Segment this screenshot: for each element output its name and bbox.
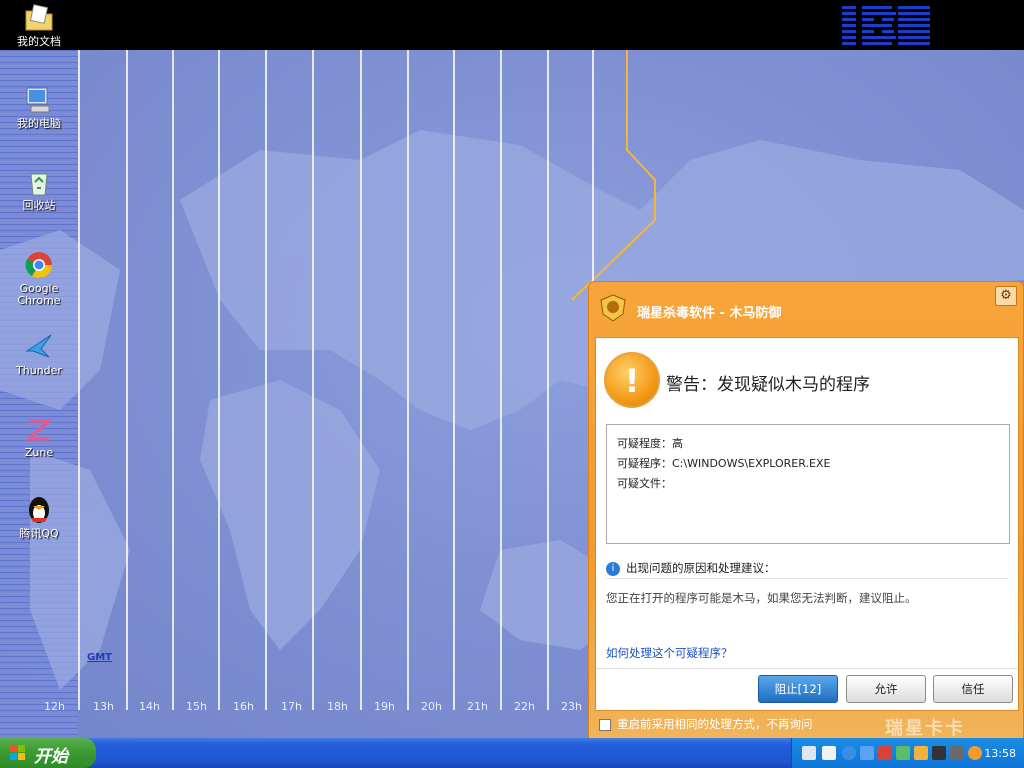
block-button[interactable]: 阻止[12]	[758, 675, 838, 703]
desktop-icon-my-documents[interactable]: 我的文档	[0, 2, 78, 48]
keyboard-icon[interactable]	[802, 746, 816, 760]
help-link[interactable]: 如何处理这个可疑程序？	[606, 645, 733, 661]
warning-title: 警告：发现疑似木马的程序	[666, 375, 870, 395]
hour-tick: 19h	[374, 700, 395, 713]
arrow-icon[interactable]	[842, 746, 856, 760]
zune-icon	[25, 419, 53, 441]
dialog-title: 瑞星杀毒软件 - 木马防御	[637, 306, 782, 321]
start-button[interactable]: 开始	[0, 738, 96, 768]
hour-tick: 23h	[561, 700, 582, 713]
sync-icon[interactable]	[896, 746, 910, 760]
timezone-line	[407, 50, 409, 710]
timezone-line	[360, 50, 362, 710]
desktop-icon-label: 我的文档	[17, 35, 61, 48]
rising-lion-logo-icon	[600, 294, 626, 322]
gmt-label: GMT	[87, 652, 112, 663]
timezone-line	[312, 50, 314, 710]
taskbar: 开始 13:58	[0, 738, 1024, 768]
hour-tick: 22h	[514, 700, 535, 713]
folder-documents-icon	[25, 4, 53, 31]
remember-label: 重启前采用相同的处理方式，不再询问	[617, 717, 813, 731]
threat-details-box: 可疑程度：高 可疑程序：C:\WINDOWS\EXPLORER.EXE 可疑文件…	[606, 424, 1010, 544]
reason-header-text: 出现问题的原因和处理建议：	[626, 561, 776, 575]
qq-penguin-icon	[29, 497, 49, 523]
watermark: 瑞星卡卡	[885, 718, 965, 739]
tool-icon[interactable]	[950, 746, 964, 760]
remember-choice-option[interactable]: 重启前采用相同的处理方式，不再询问	[599, 716, 813, 732]
ibm-logo-icon	[842, 6, 930, 45]
timezone-line	[78, 50, 80, 710]
hour-tick: 20h	[421, 700, 442, 713]
hour-tick: 13h	[93, 700, 114, 713]
desktop-icon-google-chrome[interactable]: Google Chrome	[0, 249, 78, 307]
warning-exclamation-icon: !	[604, 352, 660, 408]
display-icon[interactable]	[860, 746, 874, 760]
remember-checkbox[interactable]	[599, 718, 611, 731]
timezone-line	[172, 50, 174, 710]
info-icon: i	[606, 561, 620, 576]
hour-tick: 12h	[44, 700, 65, 713]
desktop-icon-qq[interactable]: 腾讯QQ	[0, 494, 78, 540]
hour-tick: 14h	[139, 700, 160, 713]
suspicious-file: 可疑文件：	[617, 477, 672, 490]
rising-tray-icon[interactable]	[968, 746, 982, 760]
desktop-icon-label: 腾讯QQ	[19, 527, 59, 540]
dialog-content: ! 警告：发现疑似木马的程序 可疑程度：高 可疑程序：C:\WINDOWS\EX…	[595, 337, 1019, 711]
trust-button[interactable]: 信任	[933, 675, 1013, 703]
divider	[606, 578, 1008, 579]
thunder-icon	[25, 334, 52, 358]
reason-header: i 出现问题的原因和处理建议：	[606, 560, 776, 576]
desktop-icon-my-computer[interactable]: 我的电脑	[0, 84, 78, 130]
settings-gear-icon[interactable]: ⚙	[995, 286, 1017, 306]
desktop-icon-thunder[interactable]: Thunder	[0, 331, 78, 377]
hour-tick: 16h	[233, 700, 254, 713]
desktop-icon-zune[interactable]: Zune	[0, 413, 78, 459]
hour-tick: 17h	[281, 700, 302, 713]
chrome-icon	[25, 252, 53, 279]
desktop-icon-label: 我的电脑	[17, 117, 61, 130]
allow-button[interactable]: 允许	[846, 675, 926, 703]
trojan-alert-dialog: 瑞星杀毒软件 - 木马防御 ⚙ ! 警告：发现疑似木马的程序 可疑程度：高 可疑…	[588, 281, 1024, 739]
reason-text: 您正在打开的程序可能是木马，如果您无法判断，建议阻止。	[606, 591, 917, 605]
hour-tick: 15h	[186, 700, 207, 713]
desktop-icon-label: Thunder	[16, 364, 62, 377]
network-icon[interactable]	[822, 746, 836, 760]
hour-tick: 18h	[327, 700, 348, 713]
desktop-top-band	[0, 0, 1024, 50]
timezone-line	[218, 50, 220, 710]
system-tray: 13:58	[791, 738, 1024, 768]
hour-tick: 21h	[467, 700, 488, 713]
game-icon[interactable]	[932, 746, 946, 760]
timezone-line	[500, 50, 502, 710]
suspicious-program-path: 可疑程序：C:\WINDOWS\EXPLORER.EXE	[617, 457, 831, 470]
clock[interactable]: 13:58	[984, 747, 1016, 760]
computer-icon	[26, 87, 50, 113]
timezone-line	[126, 50, 128, 710]
timezone-line	[265, 50, 267, 710]
windows-flag-icon	[10, 745, 25, 760]
start-label: 开始	[34, 747, 68, 767]
recycle-bin-icon	[30, 173, 48, 196]
divider	[596, 668, 1018, 669]
speaker-icon[interactable]	[914, 746, 928, 760]
timezone-line	[547, 50, 549, 710]
desktop-icon-recycle-bin[interactable]: 回收站	[0, 166, 78, 212]
desktop-icon-label: 回收站	[22, 199, 56, 212]
suspicion-level: 可疑程度：高	[617, 437, 683, 450]
flag-icon[interactable]	[878, 746, 892, 760]
timezone-line	[453, 50, 455, 710]
desktop-icon-label: Chrome	[17, 294, 61, 307]
desktop-icon-label: Zune	[24, 446, 54, 459]
